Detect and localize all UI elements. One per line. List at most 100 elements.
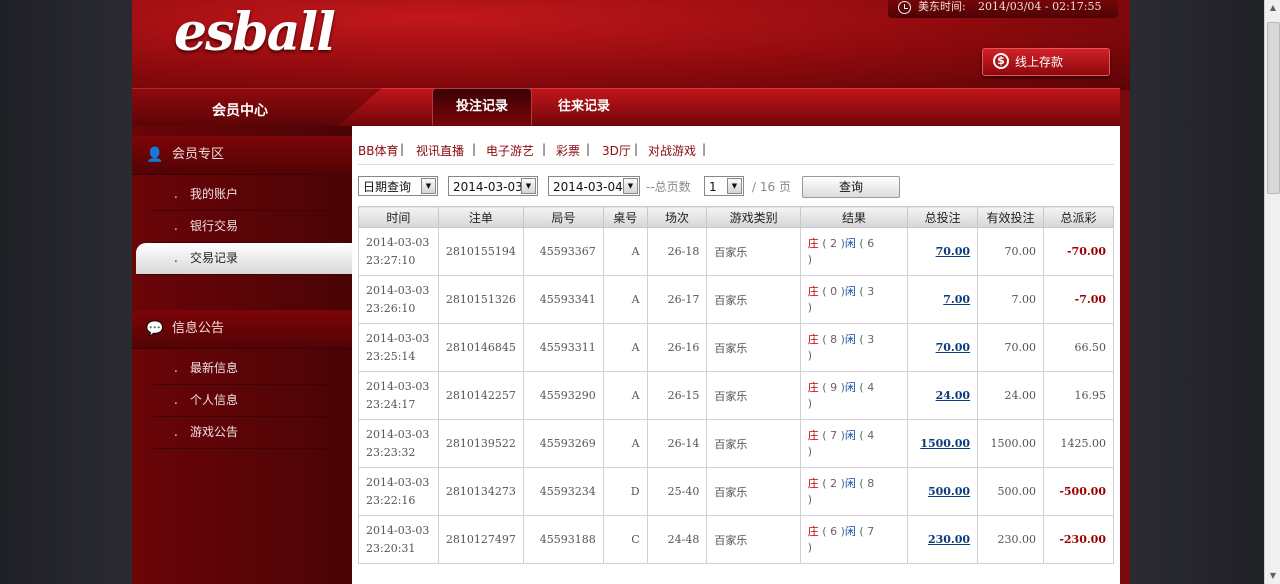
category-electronic-games[interactable]: 电子游艺 <box>486 142 534 159</box>
category-live-video[interactable]: 视讯直播 <box>416 142 464 159</box>
result-cell: 庄 ( 7 )闲 ( 4) <box>799 419 909 468</box>
table-number-cell: A <box>602 275 648 324</box>
bet-time: 23:23:32 <box>366 445 416 459</box>
total-bet-link[interactable]: 1500.00 <box>920 437 970 450</box>
game-type-cell: 百家乐 <box>706 371 801 420</box>
bet-time: 23:25:14 <box>366 349 416 363</box>
query-button[interactable]: 查询 <box>802 176 900 198</box>
result-punctuation: ( <box>818 428 831 442</box>
shoe-cell: 26-17 <box>646 275 708 324</box>
bet-date: 2014-03-03 <box>366 235 430 249</box>
sidebar-item-personal-info[interactable]: . 个人信息 <box>152 385 332 417</box>
scrollbar-thumb[interactable] <box>1267 22 1280 194</box>
category-bb-sports[interactable]: BB体育 <box>358 142 398 159</box>
total-bet-link[interactable]: 230.00 <box>928 533 970 546</box>
sidebar-section-member: 👤 会员专区 <box>132 136 352 175</box>
sidebar-item-latest-news[interactable]: . 最新信息 <box>152 353 332 385</box>
table-row: 2014-03-03 23:25:14 2810146845 45593311 A 26-… <box>358 323 1114 372</box>
total-bet-cell: 230.00 <box>907 515 979 564</box>
sidebar-item-transaction-records[interactable]: . 交易记录 <box>136 243 352 275</box>
ticket-cell: 2810127497 <box>437 515 524 564</box>
bet-time: 23:26:10 <box>366 301 416 315</box>
shoe-cell: 26-14 <box>646 419 708 468</box>
result-punctuation: ( <box>855 380 868 394</box>
result-punctuation: ( <box>818 476 831 490</box>
sidebar-section-title: 会员专区 <box>172 147 225 162</box>
sidebar-item-label: 我的账户 <box>190 187 239 201</box>
total-bet-link[interactable]: 500.00 <box>928 485 970 498</box>
result-punctuation: ( <box>818 380 831 394</box>
result-punctuation: ) <box>807 444 813 458</box>
table-row: 2014-03-03 23:20:31 2810127497 45593188 C 24-… <box>358 515 1114 564</box>
result-cell: 庄 ( 2 )闲 ( 8) <box>799 467 909 516</box>
payout-value: -70.00 <box>1066 245 1106 258</box>
round-cell: 45593311 <box>522 323 604 372</box>
category-separator: | <box>472 142 477 156</box>
clock-label: 美东时间: <box>918 0 966 13</box>
result-cell: 庄 ( 0 )闲 ( 3) <box>799 275 909 324</box>
player-label: 闲 <box>844 380 856 394</box>
result-punctuation: ( <box>818 284 831 298</box>
tab-transfer-records[interactable]: 往来记录 <box>538 88 630 126</box>
category-battle-games[interactable]: 对战游戏 <box>648 142 696 159</box>
page-select[interactable]: 1 ▼ <box>704 176 744 196</box>
scroll-up-icon[interactable]: ▲ <box>1265 0 1280 16</box>
round-cell: 45593367 <box>522 227 604 276</box>
sidebar-item-my-account[interactable]: . 我的账户 <box>152 179 332 211</box>
round-cell: 45593234 <box>522 467 604 516</box>
ticket-cell: 2810142257 <box>437 371 524 420</box>
time-cell: 2014-03-03 23:24:17 <box>358 371 439 420</box>
sidebar-item-bank-transactions[interactable]: . 银行交易 <box>152 211 332 243</box>
query-mode-select[interactable]: 日期查询 ▼ <box>358 176 438 196</box>
total-bet-link[interactable]: 7.00 <box>943 293 970 306</box>
result-punctuation: ( <box>855 284 868 298</box>
start-date-select[interactable]: 2014-03-03 ▼ <box>448 176 538 196</box>
player-score: 6 <box>867 236 875 250</box>
payout-value: 16.95 <box>1074 389 1107 402</box>
scroll-down-icon[interactable]: ▼ <box>1265 568 1280 584</box>
bet-date: 2014-03-03 <box>366 331 430 345</box>
column-header-valid-bet: 有效投注 <box>977 206 1045 228</box>
bullet: . <box>174 425 178 439</box>
online-deposit-button[interactable]: $ 线上存款 <box>982 48 1110 76</box>
result-punctuation: ) <box>837 332 845 346</box>
end-date-select[interactable]: 2014-03-04 ▼ <box>548 176 640 196</box>
result-punctuation: ) <box>837 236 845 250</box>
shoe-cell: 25-40 <box>646 467 708 516</box>
result-punctuation: ( <box>855 428 868 442</box>
online-deposit-label: 线上存款 <box>1015 55 1064 69</box>
category-separator: | <box>634 142 639 156</box>
game-type-cell: 百家乐 <box>706 275 801 324</box>
result-cell: 庄 ( 8 )闲 ( 3) <box>799 323 909 372</box>
column-header-ticket: 注单 <box>437 206 524 228</box>
category-lottery[interactable]: 彩票 <box>556 142 580 159</box>
total-bet-cell: 24.00 <box>907 371 979 420</box>
payout-cell: -7.00 <box>1043 275 1114 324</box>
player-label: 闲 <box>844 476 856 490</box>
table-number-cell: C <box>602 515 648 564</box>
chevron-down-icon: ▼ <box>521 178 536 194</box>
result-punctuation: ) <box>837 524 845 538</box>
start-date-value: 2014-03-03 <box>453 180 523 194</box>
category-separator: | <box>542 142 547 156</box>
result-punctuation: ) <box>837 428 845 442</box>
content-panel: BB体育 | 视讯直播 | 电子游艺 | 彩票 | 3D厅 | 对战游戏 | 日… <box>352 126 1120 584</box>
result-punctuation: ( <box>855 524 868 538</box>
vertical-scrollbar[interactable]: ▲ ▼ <box>1264 0 1280 584</box>
total-bet-cell: 1500.00 <box>907 419 979 468</box>
result-cell: 庄 ( 9 )闲 ( 4) <box>799 371 909 420</box>
category-3d-hall[interactable]: 3D厅 <box>602 142 631 159</box>
page-right-background <box>1130 0 1264 584</box>
result-punctuation: ) <box>807 348 813 362</box>
payout-value: -7.00 <box>1074 293 1106 306</box>
total-bet-link[interactable]: 70.00 <box>936 245 970 258</box>
table-row: 2014-03-03 23:27:10 2810155194 45593367 A 26-… <box>358 227 1114 276</box>
sidebar-item-game-notices[interactable]: . 游戏公告 <box>152 417 332 449</box>
bet-date: 2014-03-03 <box>366 427 430 441</box>
banker-label: 庄 <box>807 476 819 490</box>
valid-bet-cell: 70.00 <box>977 227 1045 276</box>
tab-bet-records[interactable]: 投注记录 <box>432 88 532 125</box>
total-bet-link[interactable]: 70.00 <box>936 341 970 354</box>
table-number-cell: A <box>602 323 648 372</box>
total-bet-link[interactable]: 24.00 <box>936 389 970 402</box>
